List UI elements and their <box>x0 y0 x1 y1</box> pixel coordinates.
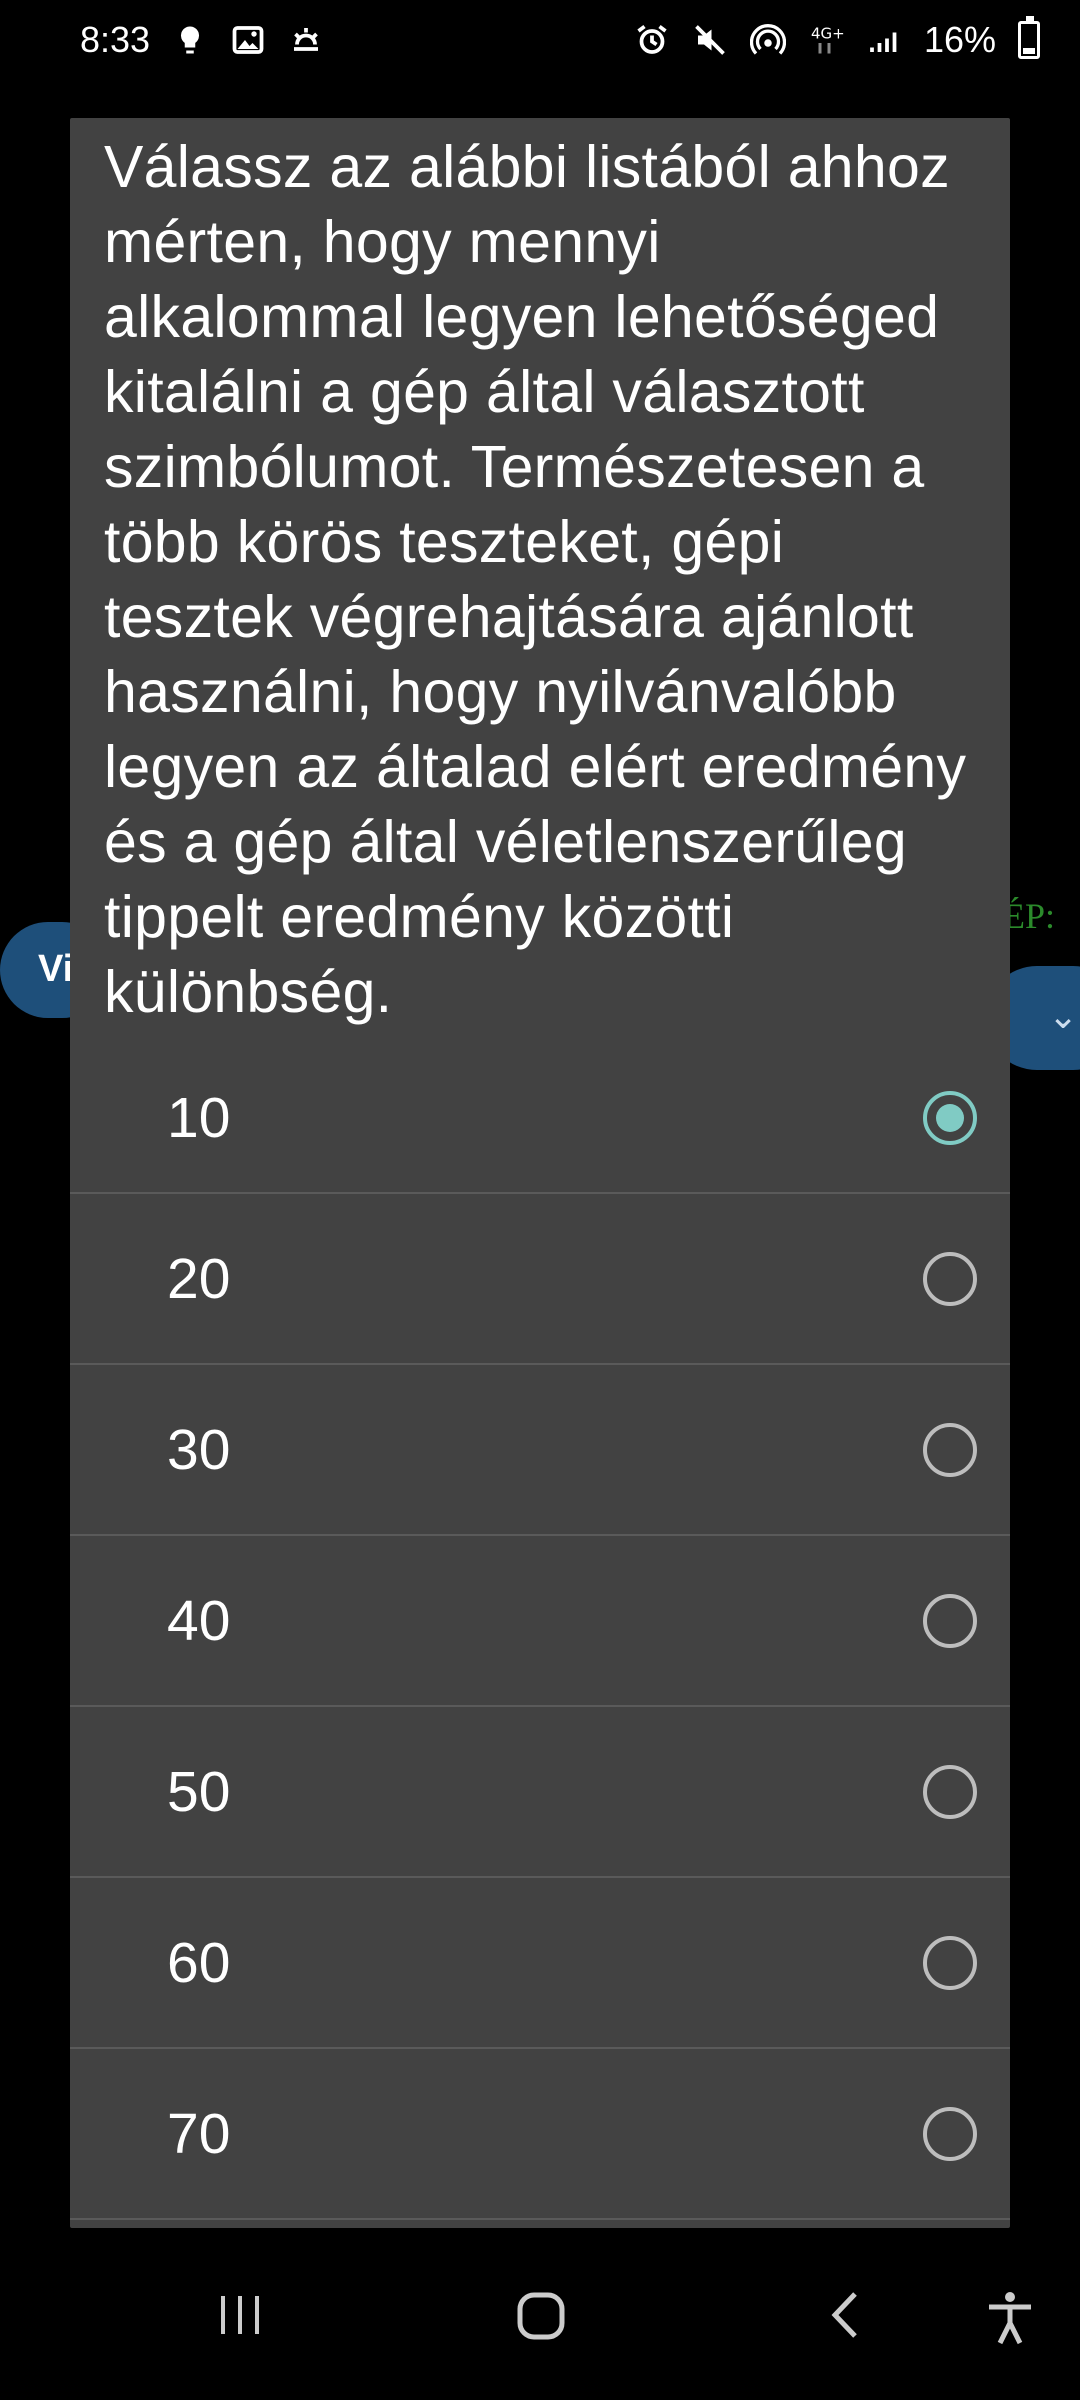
back-icon[interactable] <box>825 2290 865 2340</box>
option-30[interactable]: 30 <box>70 1365 1010 1536</box>
chevron-down-icon: ⌄ <box>1048 995 1079 1036</box>
status-bar: 8:33 4G+ 16% <box>0 0 1080 80</box>
mute-icon <box>695 25 725 55</box>
bulb-icon <box>181 26 200 54</box>
background-label: ÉP: <box>1003 896 1056 936</box>
option-50[interactable]: 50 <box>70 1707 1010 1878</box>
option-label: 40 <box>167 1588 231 1653</box>
weather-icon <box>294 28 319 51</box>
svg-text:4G+: 4G+ <box>811 25 844 43</box>
option-label: 20 <box>167 1246 231 1311</box>
image-icon <box>232 26 264 54</box>
radio-icon[interactable] <box>923 1251 977 1306</box>
status-left: 8:33 <box>80 19 324 61</box>
option-10[interactable]: 10 <box>70 1044 1010 1194</box>
signal-icon <box>870 32 897 52</box>
radio-icon[interactable] <box>923 1764 977 1819</box>
radio-selected-icon[interactable] <box>923 1091 977 1145</box>
option-label: 60 <box>167 1930 231 1995</box>
background-button-label: Vi <box>38 948 74 990</box>
option-list: 10 20 30 40 50 60 70 <box>70 1044 1010 2220</box>
accessibility-icon[interactable] <box>985 2290 1035 2346</box>
choice-dialog: Válassz az alábbi listából ahhoz mérten,… <box>70 118 1010 2228</box>
radio-icon[interactable] <box>923 2106 977 2161</box>
option-label: 10 <box>167 1086 231 1150</box>
alarm-icon <box>637 25 667 54</box>
battery-icon <box>1018 16 1040 59</box>
battery-percent: 16% <box>923 19 996 60</box>
option-label: 50 <box>167 1759 231 1824</box>
home-icon[interactable] <box>515 2290 567 2342</box>
option-label: 30 <box>167 1417 231 1482</box>
radio-icon[interactable] <box>923 1422 977 1477</box>
recent-apps-icon[interactable] <box>215 2290 265 2340</box>
dialog-message: Válassz az alábbi listából ahhoz mérten,… <box>104 134 967 1025</box>
option-60[interactable]: 60 <box>70 1878 1010 2049</box>
radio-icon[interactable] <box>923 1935 977 1990</box>
status-right: 4G+ 16% <box>634 16 1040 61</box>
option-label: 70 <box>167 2101 231 2166</box>
option-20[interactable]: 20 <box>70 1194 1010 1365</box>
option-70[interactable]: 70 <box>70 2049 1010 2220</box>
navigation-bar <box>0 2240 1080 2400</box>
status-time: 8:33 <box>80 19 151 60</box>
radio-icon[interactable] <box>923 1593 977 1648</box>
option-40[interactable]: 40 <box>70 1536 1010 1707</box>
hotspot-icon <box>749 24 786 55</box>
4g-icon: 4G+ <box>811 25 844 54</box>
